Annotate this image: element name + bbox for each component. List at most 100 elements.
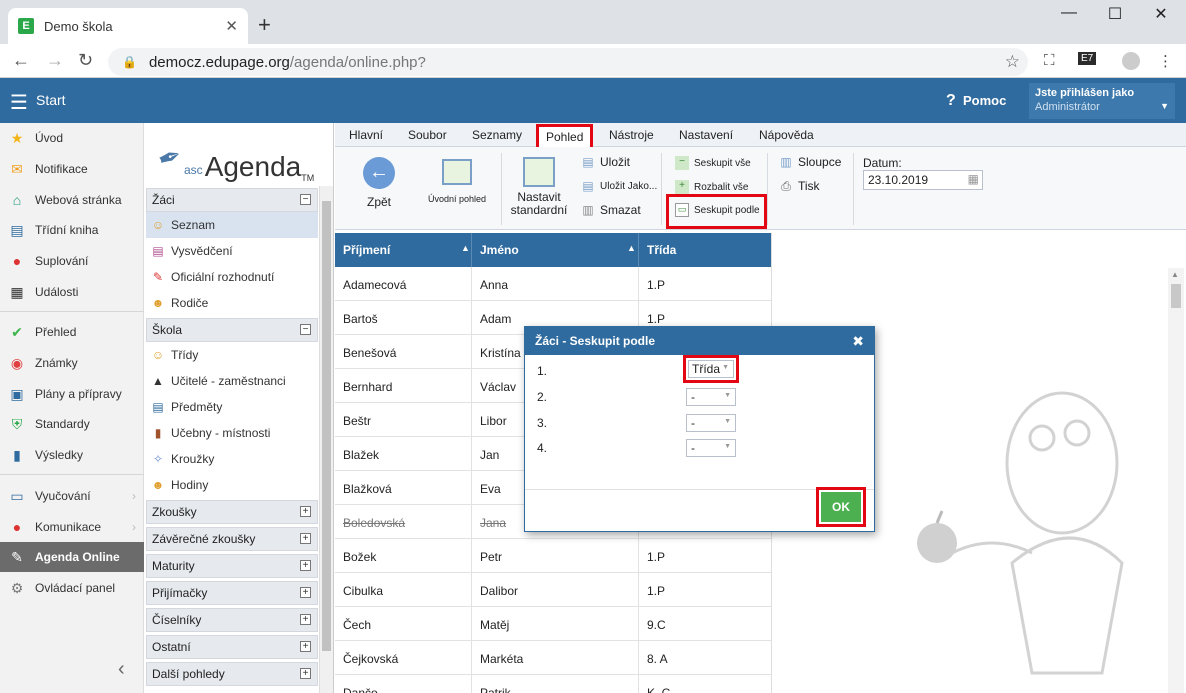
group-by-button[interactable]: ▭ Seskupit podle [675,203,760,217]
reload-icon[interactable]: ↻ [78,50,93,71]
menu-item-vysvedceni[interactable]: ▤ Vysvědčení [146,238,318,264]
column-header-prijmeni[interactable]: Příjmení [343,243,390,257]
tab-nastaveni[interactable]: Nastavení [679,128,733,142]
nav-item-znamky[interactable]: ◉ Známky [0,348,144,378]
expand-icon[interactable]: + [300,506,311,517]
columns-button[interactable]: ▥ Sloupce [779,155,841,169]
url-field[interactable]: 🔒 democz.edupage.org/agenda/online.php? … [108,48,1028,76]
sort-asc-icon[interactable]: ▲ [461,243,470,253]
expand-icon[interactable]: + [300,560,311,571]
group-level-2-select[interactable]: - ▼ [686,388,736,406]
menu-item-oficialni-rozhodnuti[interactable]: ✎ Oficiální rozhodnutí [146,264,318,290]
scrollbar-thumb[interactable] [1171,284,1181,308]
nav-item-suplovani[interactable]: ● Suplování [0,246,144,276]
expand-icon[interactable]: + [300,641,311,652]
tab-seznamy[interactable]: Seznamy [472,128,522,142]
profile-avatar-icon[interactable] [1122,52,1140,70]
expand-icon[interactable]: + [300,587,311,598]
date-field[interactable]: 23.10.2019 ▦ [863,170,983,190]
section-ostatni[interactable]: Ostatní + [146,635,318,659]
help-button[interactable]: ? Pomoc [946,92,1006,110]
ok-button[interactable]: OK [821,492,861,522]
nav-item-webova-stranka[interactable]: ⌂ Webová stránka [0,185,144,215]
back-button[interactable]: ← Zpět [355,157,403,209]
user-menu[interactable]: Jste přihlášen jako Administrátor ▼ [1029,83,1175,119]
nav-item-vysledky[interactable]: ▮ Výsledky [0,440,144,470]
forward-arrow-icon[interactable]: → [46,50,64,71]
tab-soubor[interactable]: Soubor [408,128,447,142]
maximize-icon[interactable]: ☐ [1092,4,1138,24]
browser-menu-icon[interactable]: ⋮ [1158,52,1173,70]
expand-icon[interactable]: + [300,668,311,679]
minimize-icon[interactable]: — [1046,4,1092,22]
section-dalsi-pohledy[interactable]: Další pohledy + [146,662,318,686]
scrollbar-thumb[interactable] [322,201,331,651]
nav-item-notifikace[interactable]: ✉ Notifikace [0,154,144,184]
nav-item-komunikace[interactable]: ● Komunikace › [0,512,144,542]
screenshot-extension-icon[interactable]: ⛶ [1044,52,1055,69]
group-level-3-select[interactable]: - ▼ [686,414,736,432]
collapse-sidebar-icon[interactable]: ‹ [118,658,125,681]
menu-item-hodiny[interactable]: ☻ Hodiny [146,472,318,498]
nav-item-vyucovani[interactable]: ▭ Vyučování › [0,481,144,511]
nav-item-plany[interactable]: ▣ Plány a přípravy [0,379,144,409]
group-level-1-select[interactable]: Třída ▼ [688,360,734,378]
menu-item-ucitele[interactable]: ▲ Učitelé - zaměstnanci [146,368,318,394]
nav-item-ovladaci-panel[interactable]: ⚙ Ovládací panel [0,573,144,603]
nav-item-standardy[interactable]: ⛨ Standardy [0,409,144,439]
table-row[interactable]: Božek Petr 1.P [335,539,771,573]
close-window-icon[interactable]: ✕ [1138,4,1184,24]
table-row[interactable]: Adamecová Anna 1.P [335,267,771,301]
section-zkousky[interactable]: Zkoušky + [146,500,318,524]
nav-item-agenda-online[interactable]: ✎ Agenda Online [0,542,144,572]
panel-scrollbar[interactable] [319,186,333,693]
set-standard-button[interactable]: Nastavit standardní [507,157,571,217]
tab-napoveda[interactable]: Nápověda [759,128,814,142]
nav-item-tridni-kniha[interactable]: ▤ Třídní kniha [0,215,144,245]
save-as-button[interactable]: ▤ Uložit Jako... [581,179,657,193]
start-link[interactable]: Start [36,92,66,108]
group-all-button[interactable]: − Seskupit vše [675,156,751,170]
menu-item-krouzky[interactable]: ✧ Kroužky [146,446,318,472]
collapse-icon[interactable]: − [300,324,311,335]
nav-item-prehled[interactable]: ✔ Přehled [0,317,144,347]
section-ciselniky[interactable]: Číselníky + [146,608,318,632]
delete-button[interactable]: ▥ Smazat [581,203,640,217]
section-zaverecne-zkousky[interactable]: Závěrečné zkoušky + [146,527,318,551]
menu-item-rodice[interactable]: ☻ Rodiče [146,290,318,316]
section-skola[interactable]: Škola − [146,318,318,342]
expand-icon[interactable]: + [300,533,311,544]
table-row[interactable]: Čejkovská Markéta 8. A [335,641,771,675]
menu-item-predmety[interactable]: ▤ Předměty [146,394,318,420]
content-scrollbar[interactable]: ▲ [1168,268,1184,693]
scroll-up-icon[interactable]: ▲ [1171,270,1179,279]
group-level-4-select[interactable]: - ▼ [686,439,736,457]
table-row[interactable]: Čech Matěj 9.C [335,607,771,641]
column-header-trida[interactable]: Třída [647,243,676,257]
section-maturity[interactable]: Maturity + [146,554,318,578]
section-prijimacky[interactable]: Přijímačky + [146,581,318,605]
table-row[interactable]: Cibulka Dalibor 1.P [335,573,771,607]
save-button[interactable]: ▤ Uložit [581,155,630,169]
menu-item-seznam[interactable]: ☺ Seznam [146,212,318,238]
print-button[interactable]: ⎙ Tisk [779,179,819,193]
calendar-picker-icon[interactable]: ▦ [968,172,979,186]
tab-nastroje[interactable]: Nástroje [609,128,654,142]
e7-extension-icon[interactable]: E7 [1078,52,1097,65]
dialog-close-icon[interactable]: ✖ [852,333,864,350]
close-tab-icon[interactable]: ✕ [225,17,238,35]
tab-hlavni[interactable]: Hlavní [349,128,383,142]
sort-asc-icon[interactable]: ▲ [627,243,636,253]
new-tab-icon[interactable]: + [258,12,271,38]
browser-tab[interactable]: E Demo škola ✕ [8,8,248,44]
column-header-jmeno[interactable]: Jméno [480,243,519,257]
expand-all-button[interactable]: + Rozbalit vše [675,180,748,194]
nav-item-uvod[interactable]: ★ Úvod [0,123,144,153]
expand-icon[interactable]: + [300,614,311,625]
hamburger-menu-icon[interactable]: ☰ [10,90,28,115]
collapse-icon[interactable]: − [300,194,311,205]
menu-item-tridy[interactable]: ☺ Třídy [146,342,318,368]
section-zaci[interactable]: Žáci − [146,188,318,212]
table-row[interactable]: Dančo Patrik K. C [335,675,771,693]
menu-item-ucebny[interactable]: ▮ Učebny - místnosti [146,420,318,446]
